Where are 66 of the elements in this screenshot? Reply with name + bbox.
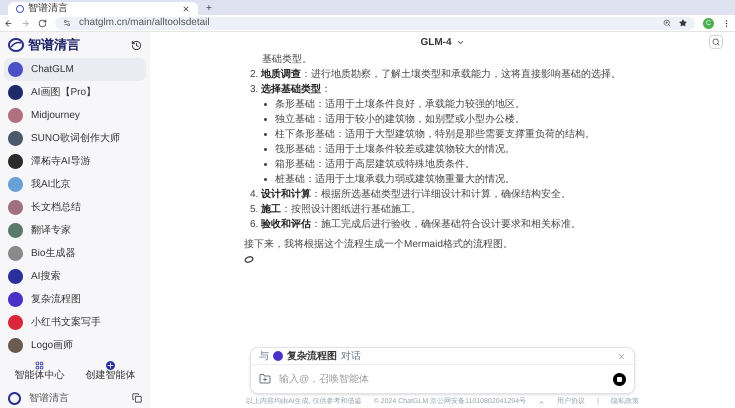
message-input[interactable]: 输入@，召唤智能体 [279, 372, 605, 386]
agent-item[interactable]: 复杂流程图 [4, 288, 146, 311]
agent-item[interactable]: Logo画师 [4, 334, 146, 357]
list-item: 6. 验收和评估：施工完成后进行验收，确保基础符合设计要求和相关标准。 [250, 218, 582, 232]
agent-name: 复杂流程图 [287, 349, 337, 364]
bullet-icon [264, 163, 267, 166]
list-item: 筏形基础：适用于土壤条件较差或建筑物较大的情况。 [275, 142, 515, 157]
agent-item[interactable]: 翻译专家 [4, 219, 146, 242]
sidebar-action-button[interactable]: 智能体中心 [14, 361, 64, 382]
brand-name: 智谱清言 [29, 392, 70, 406]
bullet-icon [264, 133, 267, 136]
back-icon[interactable] [4, 18, 13, 28]
agent-avatar [273, 351, 283, 361]
new-tab-button[interactable]: + [198, 2, 220, 15]
bullet-icon [264, 118, 267, 121]
list-item: 箱形基础：适用于高层建筑或特殊地质条件。 [275, 158, 475, 172]
history-icon[interactable] [131, 40, 142, 50]
list-item: 条形基础：适用于土壤条件良好，承载能力较强的地区。 [275, 98, 525, 112]
bullet-icon [264, 148, 267, 151]
devices-icon[interactable] [132, 393, 142, 403]
tools-icon[interactable] [709, 35, 723, 49]
browser-tab[interactable]: 智谱清言 [8, 2, 198, 15]
message-composer[interactable]: 与 复杂流程图 对话 输入@，召唤智能体 [250, 347, 635, 394]
list-item: 3. 选择基础类型： [250, 82, 332, 97]
agent-item[interactable]: 小红书文案写手 [4, 311, 146, 334]
grid-icon [35, 361, 44, 370]
list-item: 4. 设计和计算：根据所选基础类型进行详细设计和计算，确保结构安全。 [250, 188, 572, 202]
agent-item[interactable]: SUNO歌词创作大师 [4, 127, 146, 150]
model-selector[interactable]: GLM-4 [420, 34, 465, 50]
agent-item[interactable]: Bio生成器 [4, 242, 146, 265]
composer-suffix: 对话 [341, 350, 362, 364]
site-settings-icon [63, 19, 71, 27]
bullet-icon [264, 103, 267, 106]
reload-icon[interactable] [38, 18, 47, 28]
agent-item[interactable]: AI画图【Pro】 [4, 81, 146, 104]
upload-icon[interactable] [259, 373, 271, 385]
stop-button[interactable] [613, 372, 626, 386]
close-icon [182, 4, 190, 12]
bookmark-star-icon [679, 19, 687, 27]
brand-logo-icon [8, 38, 24, 52]
caret-icon [538, 398, 546, 406]
agent-item[interactable]: 我AI北京 [4, 173, 146, 196]
sidebar-action-button[interactable]: 创建智能体 [86, 361, 136, 382]
tab-favicon-icon [16, 4, 24, 12]
loading-icon [244, 256, 254, 263]
bullet-icon [264, 178, 267, 181]
composer-prefix: 与 [259, 350, 269, 364]
address-bar[interactable]: chatglm.cn/main/alltoolsdetail [55, 16, 695, 30]
list-item: 独立基础：适用于较小的建筑物，如别墅或小型办公楼。 [275, 112, 525, 127]
list-item: 2. 地质调查：进行地质勘察，了解土壤类型和承载能力，这将直接影响基础的选择。 [250, 68, 622, 82]
agent-item[interactable]: Midjourney [4, 104, 146, 127]
agent-item[interactable]: ChatGLM [4, 58, 146, 81]
message-text: 基础类型。 [261, 52, 313, 67]
agent-item[interactable]: AI搜索 [4, 265, 146, 288]
agent-item[interactable]: 潭柘寺AI导游 [4, 150, 146, 173]
zoom-icon [663, 19, 671, 27]
list-item: 桩基础：适用于土壤承载力弱或建筑物重量大的情况。 [275, 172, 515, 187]
close-icon[interactable] [617, 352, 626, 360]
forward-icon[interactable] [21, 18, 30, 28]
list-item: 柱下条形基础：适用于大型建筑物，特别是那些需要支撑重负荷的结构。 [275, 128, 595, 142]
brand-avatar [8, 392, 21, 404]
brand-name: 智谱清言 [28, 36, 81, 54]
agent-item[interactable]: 长文档总结 [4, 196, 146, 219]
message-text: 接下来，我将根据这个流程生成一个Mermaid格式的流程图。 [244, 238, 514, 252]
list-item: 5. 施工：按照设计图纸进行基础施工。 [250, 202, 422, 217]
plus-icon [106, 361, 115, 370]
